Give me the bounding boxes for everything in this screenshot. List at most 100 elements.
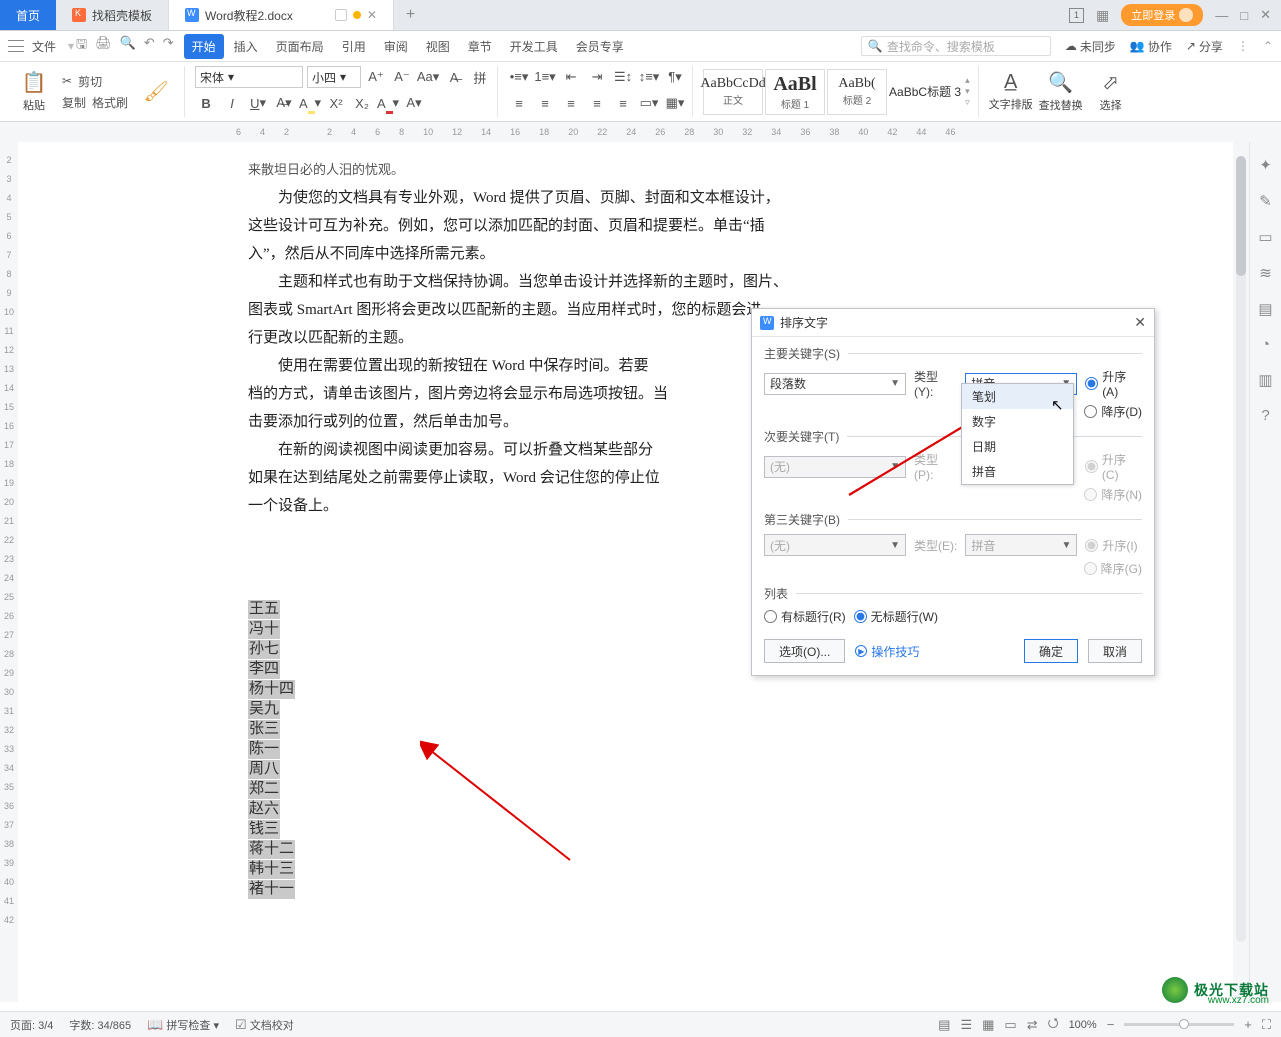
menu-tab-layout[interactable]: 页面布局 bbox=[268, 34, 332, 59]
zoom-in-icon[interactable]: + bbox=[1244, 1017, 1252, 1032]
menu-tab-review[interactable]: 审阅 bbox=[376, 34, 416, 59]
collapse-ribbon-icon[interactable]: ⌃ bbox=[1263, 39, 1273, 53]
bullets[interactable]: •≡▾ bbox=[508, 66, 530, 88]
dropdown-option[interactable]: 日期 bbox=[962, 434, 1073, 459]
pen-icon[interactable]: ✎ bbox=[1259, 192, 1272, 210]
login-button[interactable]: 立即登录 bbox=[1121, 4, 1203, 26]
maximize-button[interactable]: □ bbox=[1240, 8, 1248, 23]
style-down-icon[interactable]: ▾ bbox=[965, 86, 970, 97]
dialog-titlebar[interactable]: 排序文字 ✕ bbox=[752, 309, 1154, 337]
find-replace-button[interactable]: 🔍查找替换 bbox=[1039, 66, 1083, 118]
view-web-icon[interactable]: ▦ bbox=[982, 1017, 994, 1033]
shading[interactable]: ▭▾ bbox=[638, 92, 660, 114]
indent[interactable]: ⇥ bbox=[586, 66, 608, 88]
menu-tab-reference[interactable]: 引用 bbox=[334, 34, 374, 59]
sync-scroll-icon[interactable]: ⇄ bbox=[1027, 1017, 1038, 1033]
pane-count-icon[interactable]: 1 bbox=[1069, 8, 1084, 23]
menu-tab-devtools[interactable]: 开发工具 bbox=[502, 34, 566, 59]
view-read-icon[interactable]: ▭ bbox=[1004, 1017, 1016, 1033]
ok-button[interactable]: 确定 bbox=[1024, 639, 1078, 663]
outdent[interactable]: ⇤ bbox=[560, 66, 582, 88]
unsync-link[interactable]: ☁未同步 bbox=[1065, 38, 1116, 55]
vertical-ruler[interactable]: 2345678910111213141516171819202122232425… bbox=[0, 142, 18, 1002]
page-indicator[interactable]: 页面: 3/4 bbox=[10, 1017, 53, 1033]
hamburger-icon[interactable] bbox=[8, 40, 24, 52]
copy-button[interactable]: 复制 bbox=[62, 94, 86, 111]
select-button[interactable]: ⬀选择 bbox=[1089, 66, 1133, 118]
arrange-text-button[interactable]: A̲文字排版 bbox=[989, 66, 1033, 118]
tab-document[interactable]: Word教程2.docx ✕ bbox=[169, 0, 394, 30]
preview-icon[interactable]: 🔍 bbox=[120, 35, 136, 57]
view-page-icon[interactable]: ▤ bbox=[938, 1017, 950, 1033]
view-outline-icon[interactable]: ☰ bbox=[960, 1017, 972, 1033]
distribute[interactable]: ≡ bbox=[612, 92, 634, 114]
share-link[interactable]: ↗分享 bbox=[1186, 38, 1223, 55]
menu-tab-insert[interactable]: 插入 bbox=[226, 34, 266, 59]
primary-asc-radio[interactable]: 升序(A) bbox=[1085, 368, 1142, 399]
menu-file[interactable]: 文件 bbox=[32, 38, 56, 55]
format-brush-button[interactable]: 格式刷 bbox=[92, 94, 128, 111]
has-header-radio[interactable]: 有标题行(R) bbox=[764, 608, 846, 625]
help-icon[interactable]: ? bbox=[1261, 407, 1269, 424]
settings-icon[interactable]: ≋ bbox=[1259, 264, 1272, 282]
zoom-slider[interactable] bbox=[1124, 1023, 1234, 1026]
underline-button[interactable]: U▾ bbox=[247, 92, 269, 114]
command-search[interactable]: 🔍 查找命令、搜索模板 bbox=[861, 36, 1051, 56]
scrollbar-thumb[interactable] bbox=[1236, 156, 1246, 276]
more-icon[interactable]: ⋮ bbox=[1237, 39, 1249, 53]
change-case[interactable]: Aa▾ bbox=[417, 66, 439, 88]
zoom-value[interactable]: 100% bbox=[1069, 1019, 1097, 1031]
reset-icon[interactable]: ⭯ bbox=[1048, 1014, 1059, 1036]
font-color[interactable]: A▾ bbox=[377, 92, 399, 114]
tab-templates[interactable]: 找稻壳模板 bbox=[56, 0, 169, 30]
vertical-scrollbar[interactable] bbox=[1233, 142, 1249, 1002]
primary-desc-radio[interactable]: 降序(D) bbox=[1084, 403, 1142, 420]
print-icon[interactable]: 🖨 bbox=[95, 35, 112, 57]
sort-button[interactable]: ☰↕ bbox=[612, 66, 634, 88]
bold-button[interactable]: B bbox=[195, 92, 217, 114]
sub-button[interactable]: X₂ bbox=[351, 92, 373, 114]
show-marks[interactable]: ¶▾ bbox=[664, 66, 686, 88]
assistant-icon[interactable]: ✦ bbox=[1259, 156, 1272, 174]
word-count[interactable]: 字数: 34/865 bbox=[69, 1017, 131, 1033]
style-h2[interactable]: AaBb(标题 2 bbox=[827, 69, 887, 115]
font-select[interactable]: 宋体▾ bbox=[195, 66, 303, 88]
borders[interactable]: ▦▾ bbox=[664, 92, 686, 114]
italic-button[interactable]: I bbox=[221, 92, 243, 114]
numbering[interactable]: 1≡▾ bbox=[534, 66, 556, 88]
linespace[interactable]: ↕≡▾ bbox=[638, 66, 660, 88]
clear-format[interactable]: A̶ bbox=[443, 66, 465, 88]
dropdown-option[interactable]: 拼音 bbox=[962, 459, 1073, 484]
align-justify[interactable]: ≡ bbox=[586, 92, 608, 114]
cut-button[interactable]: 剪切 bbox=[78, 73, 102, 90]
tips-link[interactable]: ▶操作技巧 bbox=[855, 643, 919, 660]
align-right[interactable]: ≡ bbox=[560, 92, 582, 114]
paste-panel-icon[interactable]: ▤ bbox=[1258, 300, 1272, 318]
primary-field-select[interactable]: 段落数▼ bbox=[764, 373, 906, 395]
size-select[interactable]: 小四▾ bbox=[307, 66, 361, 88]
secondary-field-select[interactable]: (无)▼ bbox=[764, 456, 906, 478]
menu-tab-member[interactable]: 会员专享 bbox=[568, 34, 632, 59]
style-up-icon[interactable]: ▴ bbox=[965, 75, 970, 86]
undo-icon[interactable]: ↶ bbox=[144, 35, 155, 57]
fullscreen-icon[interactable]: ⛶ bbox=[1262, 1017, 1271, 1033]
dialog-close-button[interactable]: ✕ bbox=[1134, 314, 1146, 331]
menu-tab-start[interactable]: 开始 bbox=[184, 34, 224, 59]
save-icon[interactable]: 🖫 bbox=[76, 35, 87, 57]
style-expand-icon[interactable]: ▿ bbox=[965, 97, 970, 108]
zoom-out-icon[interactable]: − bbox=[1107, 1017, 1115, 1032]
no-header-radio[interactable]: 无标题行(W) bbox=[854, 608, 938, 625]
clock-icon[interactable]: ◔ bbox=[1261, 336, 1270, 353]
coop-link[interactable]: 👥协作 bbox=[1130, 38, 1172, 55]
align-center[interactable]: ≡ bbox=[534, 92, 556, 114]
close-window-button[interactable]: ✕ bbox=[1260, 7, 1271, 23]
redo-icon[interactable]: ↷ bbox=[163, 35, 174, 57]
style-h3[interactable]: AaBbC标题 3 bbox=[889, 83, 961, 100]
spell-check[interactable]: 📖 拼写检查 ▾ bbox=[147, 1017, 219, 1033]
strike-button[interactable]: A̶▾ bbox=[273, 92, 295, 114]
highlight-button[interactable]: A▾ bbox=[299, 92, 321, 114]
phonetic[interactable]: 拼 bbox=[469, 66, 491, 88]
grow-font[interactable]: A⁺ bbox=[365, 66, 387, 88]
minimize-button[interactable]: — bbox=[1215, 8, 1228, 23]
style-h1[interactable]: AaBl标题 1 bbox=[765, 69, 825, 115]
